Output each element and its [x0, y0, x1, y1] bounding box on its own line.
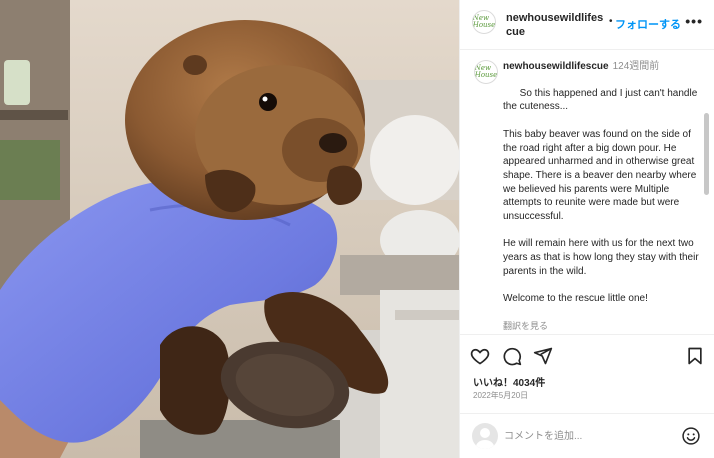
action-bar	[460, 344, 714, 370]
emoji-icon[interactable]	[681, 426, 701, 446]
post-panel: New House newhousewildlifescue • フォローする …	[459, 0, 714, 458]
separator-dot: •	[609, 16, 613, 27]
post-date: 2022年5月20日	[473, 391, 529, 400]
caption-area: New House newhousewildlifescue 124週間前 So …	[460, 51, 714, 334]
caption-username[interactable]: newhousewildlifescue	[503, 61, 609, 72]
caption-avatar[interactable]: New House	[474, 60, 498, 84]
avatar-logo-text: New House	[472, 14, 496, 29]
profile-avatar[interactable]: New House	[472, 10, 496, 34]
user-avatar	[472, 423, 498, 449]
caption-time[interactable]: 124週間前	[613, 61, 660, 72]
caption-text: So this happened and I just can't handle…	[503, 73, 703, 334]
comment-icon[interactable]	[500, 344, 524, 368]
comment-input[interactable]	[504, 427, 664, 445]
follow-button[interactable]: フォローする	[615, 16, 681, 32]
heart-icon[interactable]	[468, 344, 492, 368]
more-options-icon[interactable]: •••	[685, 13, 703, 29]
like-count[interactable]: いいね！4034件	[473, 374, 545, 389]
comment-composer	[460, 414, 714, 458]
caption-header: newhousewildlifescue 124週間前	[503, 60, 708, 73]
bookmark-icon[interactable]	[683, 344, 707, 368]
translate-link[interactable]: 翻訳を見る	[503, 320, 703, 334]
post-header: New House newhousewildlifescue • フォローする …	[460, 0, 714, 50]
caption-body: So this happened and I just can't handle…	[503, 87, 699, 305]
avatar-logo-text: New House	[474, 64, 498, 79]
send-icon[interactable]	[531, 344, 555, 368]
post-photo[interactable]	[0, 0, 459, 458]
divider	[460, 334, 714, 335]
beaver-photo	[0, 0, 459, 458]
header-username[interactable]: newhousewildlifescue	[506, 11, 608, 39]
caption-scrollbar[interactable]	[704, 113, 709, 195]
